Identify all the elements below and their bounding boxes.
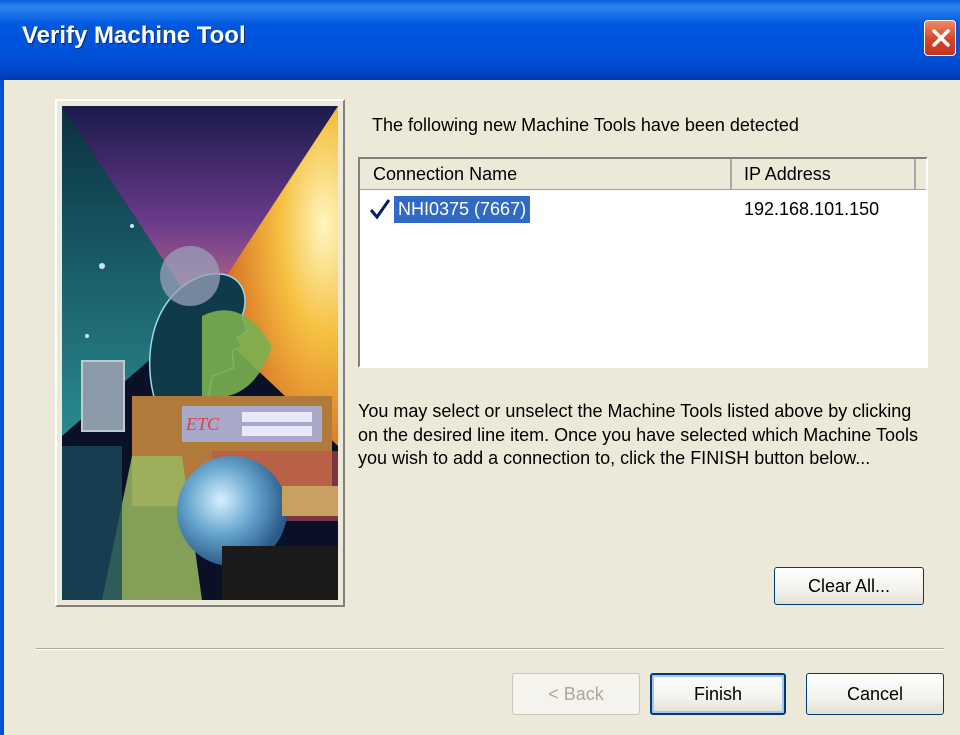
- wizard-artwork-frame: ETC: [55, 99, 345, 607]
- close-button[interactable]: [924, 20, 956, 56]
- window-left-border: [0, 80, 4, 735]
- window-title: Verify Machine Tool: [22, 22, 246, 49]
- cancel-button[interactable]: Cancel: [806, 673, 944, 715]
- clear-all-button[interactable]: Clear All...: [774, 567, 924, 605]
- back-button[interactable]: < Back: [512, 673, 640, 715]
- checkmark-icon[interactable]: [369, 198, 391, 220]
- artwork-illustration: ETC: [62, 106, 338, 600]
- instructions-text: You may select or unselect the Machine T…: [358, 401, 918, 468]
- machine-tools-list[interactable]: Connection Name IP Address NHI0375 (7667…: [358, 157, 928, 368]
- column-header-connection-name[interactable]: Connection Name: [360, 159, 732, 189]
- artwork-caption: ETC: [185, 414, 220, 434]
- footer-separator: [36, 648, 944, 650]
- finish-button[interactable]: Finish: [650, 673, 786, 715]
- wizard-artwork: ETC: [62, 106, 338, 600]
- connection-name-cell[interactable]: NHI0375 (7667): [394, 196, 531, 223]
- detected-machines-label: The following new Machine Tools have bee…: [372, 115, 799, 135]
- close-icon: [932, 29, 950, 47]
- title-bar[interactable]: Verify Machine Tool: [0, 0, 960, 80]
- column-header-ip-address[interactable]: IP Address: [732, 159, 916, 189]
- ip-address-cell: 192.168.101.150: [744, 199, 880, 219]
- list-header: Connection Name IP Address: [360, 159, 926, 190]
- dialog-window: Verify Machine Tool ETC The following ne…: [0, 0, 960, 735]
- list-item[interactable]: NHI0375 (7667) 192.168.101.150: [360, 196, 926, 224]
